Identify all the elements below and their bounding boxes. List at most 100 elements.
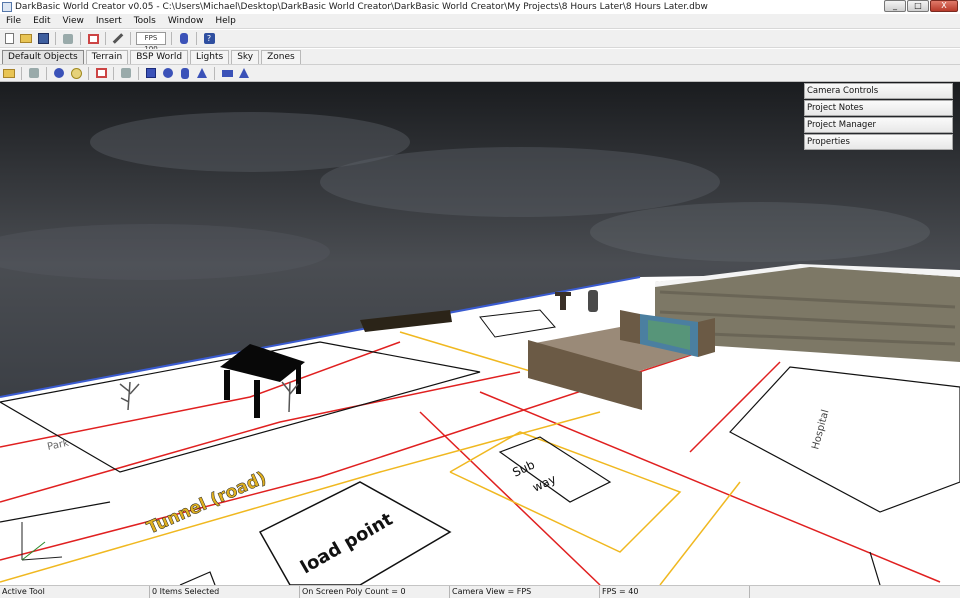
side-panel: Camera Controls Project Notes Project Ma… (804, 83, 953, 151)
status-active-tool: Active Tool (0, 586, 150, 598)
print-icon (63, 33, 73, 44)
panel-properties[interactable]: Properties (804, 134, 953, 150)
menu-view[interactable]: View (57, 16, 90, 26)
plane-button[interactable] (220, 66, 234, 80)
sphere-button[interactable] (161, 66, 175, 80)
minimize-button[interactable]: _ (884, 0, 906, 12)
paint-button[interactable] (27, 66, 41, 80)
cube-button[interactable] (144, 66, 158, 80)
media-icon (95, 68, 107, 78)
menu-edit[interactable]: Edit (27, 16, 56, 26)
status-items-selected: 0 Items Selected (150, 586, 300, 598)
menu-tools[interactable]: Tools (128, 16, 162, 26)
fps-setting-box[interactable]: FPS 100 (136, 32, 166, 53)
tab-bsp-world[interactable]: BSP World (130, 50, 189, 64)
object-tab-bar: Default Objects Terrain BSP World Lights… (0, 49, 960, 65)
menu-bar: File Edit View Insert Tools Window Help (0, 14, 960, 29)
toolbar-separator (105, 32, 106, 45)
character-button[interactable] (69, 66, 83, 80)
tab-zones[interactable]: Zones (261, 50, 301, 64)
window-controls: _ □ X (884, 0, 958, 12)
paint-icon (29, 68, 39, 78)
window-title: DarkBasic World Creator v0.05 - C:\Users… (15, 2, 708, 12)
status-fps: FPS = 40 (600, 586, 750, 598)
text-button[interactable] (119, 66, 133, 80)
cone-icon (197, 68, 207, 78)
media-button[interactable] (94, 66, 108, 80)
folder-icon (3, 68, 15, 78)
folder-icon (20, 34, 32, 43)
help-icon: ? (203, 33, 215, 44)
tab-terrain[interactable]: Terrain (85, 50, 129, 64)
save-button[interactable] (36, 32, 50, 46)
edit-tool-button[interactable] (111, 32, 125, 46)
scene-render[interactable]: Park Tunnel (road) load point Sub way Ho… (0, 82, 960, 585)
gazebo-post (254, 380, 260, 418)
post-top (555, 292, 571, 296)
close-button[interactable]: X (930, 0, 958, 12)
status-camera-view: Camera View = FPS (450, 586, 600, 598)
character-icon (70, 67, 82, 79)
menu-help[interactable]: Help (209, 16, 242, 26)
open-object-button[interactable] (2, 66, 16, 80)
cube-icon (146, 68, 156, 78)
help-button[interactable]: ? (202, 32, 216, 46)
app-icon (2, 2, 12, 12)
cloud (590, 202, 930, 262)
toolbar-separator (196, 32, 197, 45)
panel-camera-controls[interactable]: Camera Controls (804, 83, 953, 99)
compile-button[interactable] (86, 32, 100, 46)
main-toolbar: FPS 100 ? (0, 30, 960, 53)
toolbar-separator (214, 66, 215, 80)
gazebo-post (296, 364, 301, 394)
globe-button[interactable] (52, 66, 66, 80)
toolbar-separator (138, 66, 139, 80)
toolbar-separator (55, 32, 56, 45)
new-file-button[interactable] (2, 32, 16, 46)
film-icon (180, 33, 188, 44)
building-wall (620, 310, 640, 344)
status-poly-count: On Screen Poly Count = 0 (300, 586, 450, 598)
panel-project-manager[interactable]: Project Manager (804, 117, 953, 133)
toolbar-separator (80, 32, 81, 45)
title-bar: DarkBasic World Creator v0.05 - C:\Users… (0, 0, 960, 14)
toolbar-separator (46, 66, 47, 80)
maximize-button[interactable]: □ (907, 0, 929, 12)
toolbar-separator (113, 66, 114, 80)
toolbar-separator (88, 66, 89, 80)
tab-lights[interactable]: Lights (190, 50, 230, 64)
print-button[interactable] (61, 32, 75, 46)
pyramid-icon (239, 68, 249, 78)
status-empty (750, 586, 960, 598)
status-bar: Active Tool 0 Items Selected On Screen P… (0, 585, 960, 598)
open-button[interactable] (19, 32, 33, 46)
object-toolbar (0, 65, 960, 82)
cylinder-icon (181, 67, 189, 79)
text-icon (121, 68, 131, 78)
panel-project-notes[interactable]: Project Notes (804, 100, 953, 116)
cloud (320, 147, 720, 217)
toolbar-separator (130, 32, 131, 45)
pencil-icon (112, 33, 124, 44)
menu-file[interactable]: File (0, 16, 27, 26)
building-wall (698, 318, 715, 357)
film-button[interactable] (177, 32, 191, 46)
toolbar-separator (171, 32, 172, 45)
sphere-icon (163, 68, 173, 78)
gravestone (588, 290, 598, 312)
tab-default-objects[interactable]: Default Objects (2, 50, 84, 64)
cone-button[interactable] (195, 66, 209, 80)
globe-icon (54, 68, 64, 78)
tab-sky[interactable]: Sky (231, 50, 260, 64)
pyramid-button[interactable] (237, 66, 251, 80)
menu-insert[interactable]: Insert (90, 16, 128, 26)
new-file-icon (4, 33, 14, 44)
plane-icon (221, 69, 233, 77)
toolbar-separator (21, 66, 22, 80)
compile-icon (87, 33, 99, 44)
save-icon (37, 33, 49, 44)
3d-viewport[interactable]: Park Tunnel (road) load point Sub way Ho… (0, 82, 960, 585)
menu-window[interactable]: Window (162, 16, 210, 26)
gazebo-post (224, 370, 230, 400)
cylinder-button[interactable] (178, 66, 192, 80)
